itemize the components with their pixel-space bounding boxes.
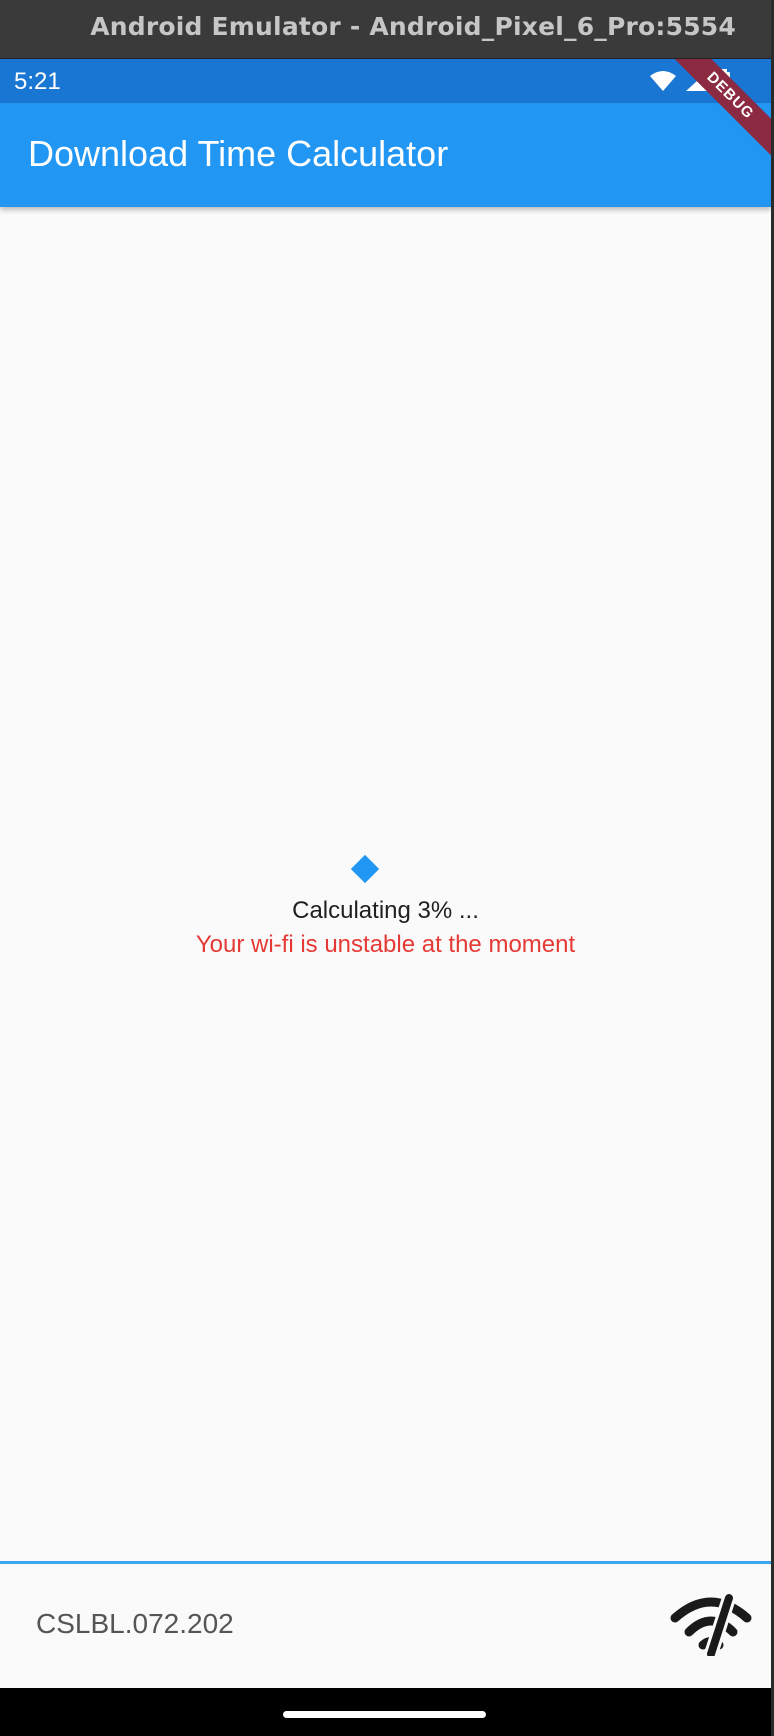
navigation-bar xyxy=(0,1688,771,1736)
version-text: CSLBL.072.202 xyxy=(36,1608,234,1639)
progress-text: Calculating 3% ... xyxy=(292,897,479,924)
emulator-window: Android Emulator - Android_Pixel_6_Pro:5… xyxy=(0,0,774,1736)
home-gesture-pill[interactable] xyxy=(283,1711,486,1718)
loading-spinner-icon xyxy=(350,854,379,884)
app-bar: Download Time Calculator xyxy=(0,103,771,207)
app-title: Download Time Calculator xyxy=(28,133,449,174)
status-time: 5:21 xyxy=(14,68,61,95)
emulator-title-bar: Android Emulator - Android_Pixel_6_Pro:5… xyxy=(0,0,774,59)
wifi-icon xyxy=(650,71,676,91)
device-screen: 5:21 DEBUG Download Time Calculator Calc… xyxy=(0,59,771,1736)
footer-bar: CSLBL.072.202 xyxy=(0,1564,771,1688)
status-bar: 5:21 xyxy=(0,59,771,103)
progress-section: Calculating 3% ... Your wi-fi is unstabl… xyxy=(0,854,771,959)
wifi-off-icon[interactable] xyxy=(669,1592,753,1656)
wifi-warning-text: Your wi-fi is unstable at the moment xyxy=(195,931,576,958)
window-title: Android Emulator - Android_Pixel_6_Pro:5… xyxy=(90,12,736,41)
